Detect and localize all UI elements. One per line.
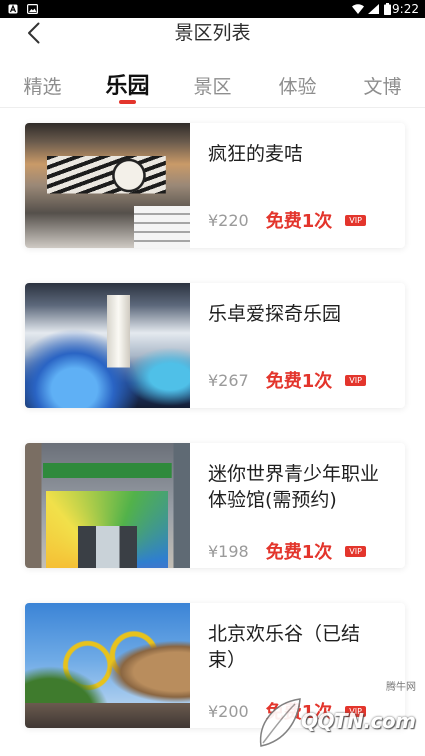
back-button[interactable] bbox=[20, 18, 46, 48]
app-header: 景区列表 bbox=[0, 18, 425, 58]
park-photo bbox=[25, 123, 190, 248]
chevron-left-icon bbox=[27, 22, 39, 44]
park-info: 乐卓爱探奇乐园 ¥267 免费1次 VIP bbox=[208, 283, 388, 408]
wifi-icon bbox=[352, 4, 364, 14]
price-row: ¥198 免费1次 VIP bbox=[208, 541, 388, 563]
park-photo bbox=[25, 603, 190, 728]
park-info: 疯狂的麦咭 ¥220 免费1次 VIP bbox=[208, 123, 388, 248]
vip-badge: VIP bbox=[345, 214, 366, 226]
park-info: 北京欢乐谷（已结束） ¥200 免费1次 VIP bbox=[208, 603, 388, 728]
price-row: ¥267 免费1次 VIP bbox=[208, 370, 388, 392]
category-tabs: 精选 乐园 景区 体验 文博 bbox=[0, 70, 425, 106]
vip-badge: VIP bbox=[345, 705, 366, 717]
price-row: ¥220 免费1次 VIP bbox=[208, 210, 388, 232]
park-card[interactable]: 迷你世界青少年职业体验馆(需预约) ¥198 免费1次 VIP bbox=[25, 443, 405, 568]
cell-signal-icon bbox=[368, 4, 379, 14]
park-card[interactable]: 北京欢乐谷（已结束） ¥200 免费1次 VIP bbox=[25, 603, 405, 728]
original-price: ¥198 bbox=[208, 541, 249, 561]
park-photo bbox=[25, 443, 190, 568]
image-notification-icon bbox=[27, 4, 38, 14]
original-price: ¥267 bbox=[208, 370, 249, 390]
battery-icon bbox=[384, 3, 391, 15]
tab-theme-parks[interactable]: 乐园 bbox=[85, 70, 170, 106]
free-offer-label: 免费1次 bbox=[265, 702, 333, 723]
original-price: ¥200 bbox=[208, 701, 249, 721]
free-offer-label: 免费1次 bbox=[265, 542, 333, 563]
tab-featured[interactable]: 精选 bbox=[0, 70, 85, 106]
tab-label: 体验 bbox=[278, 76, 317, 98]
tab-experiences[interactable]: 体验 bbox=[255, 70, 340, 106]
tabs-divider bbox=[0, 107, 425, 108]
tab-label: 景区 bbox=[193, 76, 232, 98]
status-bar: 9:22 bbox=[0, 0, 425, 18]
park-photo bbox=[25, 283, 190, 408]
park-info: 迷你世界青少年职业体验馆(需预约) ¥198 免费1次 VIP bbox=[208, 443, 388, 568]
original-price: ¥220 bbox=[208, 210, 249, 230]
tab-museums[interactable]: 文博 bbox=[340, 70, 425, 106]
vip-badge: VIP bbox=[345, 374, 366, 386]
park-name: 迷你世界青少年职业体验馆(需预约) bbox=[208, 463, 380, 511]
free-offer-label: 免费1次 bbox=[265, 211, 333, 232]
park-name: 北京欢乐谷（已结束） bbox=[208, 623, 361, 671]
park-name: 疯狂的麦咭 bbox=[208, 143, 304, 165]
vip-badge: VIP bbox=[345, 545, 366, 557]
active-tab-indicator bbox=[119, 100, 136, 104]
price-row: ¥200 免费1次 VIP bbox=[208, 701, 388, 723]
park-name: 乐卓爱探奇乐园 bbox=[208, 303, 342, 325]
app-notification-icon bbox=[8, 4, 18, 14]
park-list: 疯狂的麦咭 ¥220 免费1次 VIP 乐卓爱探奇乐园 ¥267 免费1次 VI… bbox=[25, 123, 405, 728]
tab-label: 文博 bbox=[363, 76, 402, 98]
page-title: 景区列表 bbox=[174, 22, 251, 44]
tab-scenic-spots[interactable]: 景区 bbox=[170, 70, 255, 106]
free-offer-label: 免费1次 bbox=[265, 371, 333, 392]
status-time: 9:22 bbox=[392, 2, 419, 16]
park-card[interactable]: 乐卓爱探奇乐园 ¥267 免费1次 VIP bbox=[25, 283, 405, 408]
tab-label: 精选 bbox=[23, 76, 62, 98]
tab-label: 乐园 bbox=[105, 74, 150, 99]
park-card[interactable]: 疯狂的麦咭 ¥220 免费1次 VIP bbox=[25, 123, 405, 248]
